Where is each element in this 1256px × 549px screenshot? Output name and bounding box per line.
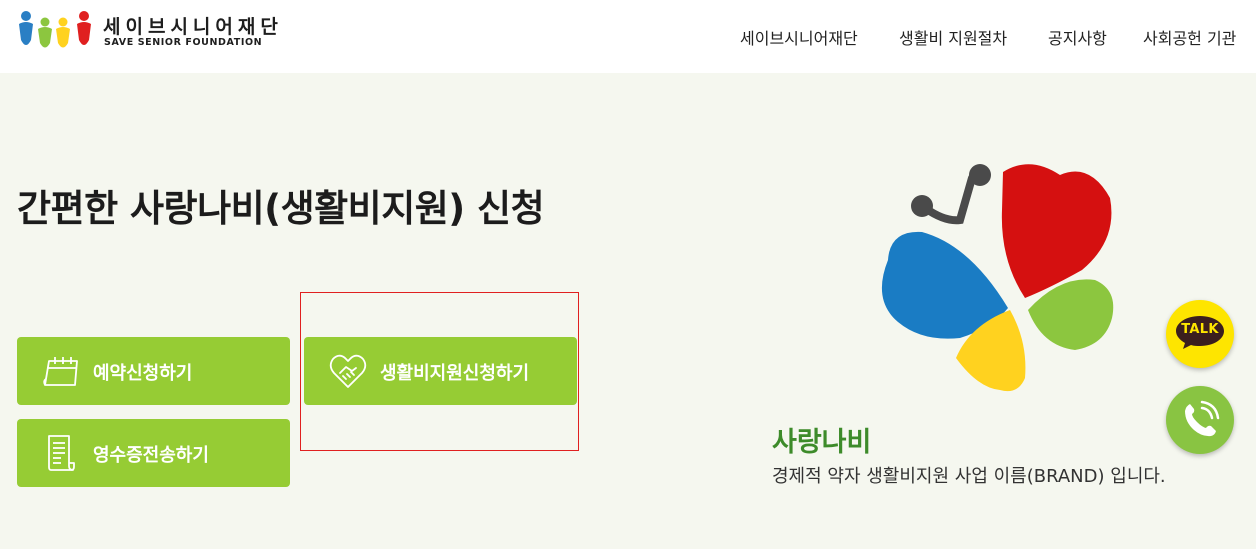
receipt-send-button-label: 영수증전송하기: [93, 445, 209, 466]
phone-icon: [1185, 400, 1220, 437]
nav-notice[interactable]: 공지사항: [1048, 25, 1107, 48]
nav-social-contribution[interactable]: 사회공헌 기관: [1143, 25, 1236, 48]
reservation-button[interactable]: 예약신청하기: [17, 337, 290, 405]
logo-title: 세이브시니어재단: [103, 16, 283, 38]
kakao-talk-label: TALK: [1181, 322, 1219, 337]
highlight-box: [300, 292, 579, 451]
phone-call-button[interactable]: [1166, 386, 1234, 454]
brand-description: 경제적 약자 생활비지원 사업 이름(BRAND) 입니다.: [772, 466, 1166, 487]
logo-subtitle: SAVE SENIOR FOUNDATION: [104, 37, 263, 48]
page-title: 간편한 사랑나비(생활비지원) 신청: [17, 187, 545, 230]
nav-foundation[interactable]: 세이브시니어재단: [740, 25, 858, 48]
butterfly-brand-icon: [881, 164, 1114, 392]
site-header: 세이브시니어재단 SAVE SENIOR FOUNDATION 세이브시니어재단…: [0, 0, 1256, 73]
kakao-talk-button[interactable]: TALK: [1166, 300, 1234, 368]
logo-people-icon: [19, 11, 91, 48]
receipt-send-button[interactable]: 영수증전송하기: [17, 419, 290, 487]
nav-living-support-procedure[interactable]: 생활비 지원절차: [899, 25, 1007, 48]
brand-name: 사랑나비: [772, 427, 872, 458]
site-logo[interactable]: 세이브시니어재단 SAVE SENIOR FOUNDATION: [17, 10, 287, 54]
reservation-button-label: 예약신청하기: [93, 363, 193, 384]
calendar-icon: [43, 357, 78, 386]
receipt-icon: [48, 435, 75, 471]
